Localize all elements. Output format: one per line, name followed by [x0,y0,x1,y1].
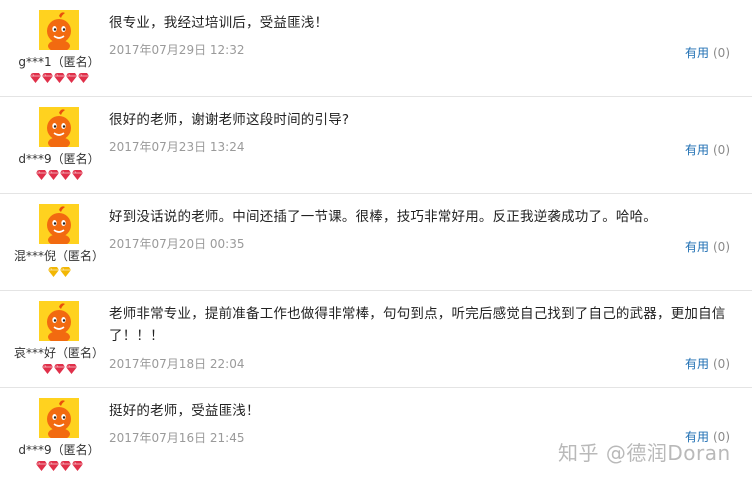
useful-button[interactable]: 有用 (0) [685,238,730,255]
review-date: 2017年07月18日 22:04 [109,357,245,371]
user-name: d***9（匿名） [18,443,100,457]
review-item: d***9（匿名） 很好的老师，谢谢老师这段时间的引导? 2017年07月23日… [0,97,752,194]
gem-icon [47,170,59,180]
gem-icon [71,461,83,471]
review-item: 哀***好（匿名） 老师非常专业，提前准备工作也做得非常棒，句句到点，听完后感觉… [0,291,752,388]
gem-icon [65,364,77,374]
gem-icon [59,461,71,471]
useful-label[interactable]: 有用 [685,357,709,371]
useful-label[interactable]: 有用 [685,46,709,60]
review-item: 混***倪（匿名） 好到没话说的老师。中间还插了一节课。很棒，技巧非常好用。反正… [0,194,752,291]
avatar[interactable] [39,398,79,438]
watermark: 知乎 @德润Doran [558,441,731,465]
gem-icon [47,461,59,471]
gem-icon [29,73,41,83]
user-level-gems [0,364,118,376]
gem-icon [53,364,65,374]
useful-count: (0) [713,357,730,371]
gem-icon [53,73,65,83]
useful-count: (0) [713,143,730,157]
user-level-gems [0,170,118,182]
useful-button[interactable]: 有用 (0) [685,44,730,61]
gem-icon [59,267,71,277]
gem-icon [59,170,71,180]
gem-icon [35,170,47,180]
review-comment: 挺好的老师，受益匪浅！ [109,403,260,419]
gem-icon [77,73,89,83]
user-level-gems [0,461,118,473]
review-date: 2017年07月16日 21:45 [109,431,245,445]
useful-label[interactable]: 有用 [685,143,709,157]
useful-button[interactable]: 有用 (0) [685,141,730,158]
useful-count: (0) [713,46,730,60]
review-comment: 很好的老师，谢谢老师这段时间的引导? [109,112,350,128]
user-level-gems [0,267,118,279]
useful-label[interactable]: 有用 [685,240,709,254]
review-date: 2017年07月23日 13:24 [109,140,245,154]
user-name: d***9（匿名） [18,152,100,166]
review-comment: 很专业，我经过培训后，受益匪浅！ [109,15,329,31]
avatar[interactable] [39,107,79,147]
gem-icon [41,73,53,83]
gem-icon [41,364,53,374]
user-level-gems [0,73,118,85]
avatar[interactable] [39,204,79,244]
user-name: g***1（匿名） [18,55,100,69]
gem-icon [65,73,77,83]
avatar[interactable] [39,301,79,341]
review-date: 2017年07月29日 12:32 [109,43,245,57]
user-name: 混***倪（匿名） [13,249,104,263]
gem-icon [71,170,83,180]
gem-icon [47,267,59,277]
review-date: 2017年07月20日 00:35 [109,237,245,251]
user-name: 哀***好（匿名） [13,346,104,360]
useful-button[interactable]: 有用 (0) [685,355,730,372]
review-comment: 好到没话说的老师。中间还插了一节课。很棒，技巧非常好用。反正我逆袭成功了。哈哈。 [109,209,657,225]
review-item: g***1（匿名） 很专业，我经过培训后，受益匪浅！ 2017年07月29日 1… [0,0,752,97]
useful-count: (0) [713,240,730,254]
avatar[interactable] [39,10,79,50]
gem-icon [35,461,47,471]
review-comment: 老师非常专业，提前准备工作也做得非常棒，句句到点，听完后感觉自己找到了自己的武器… [109,306,726,344]
